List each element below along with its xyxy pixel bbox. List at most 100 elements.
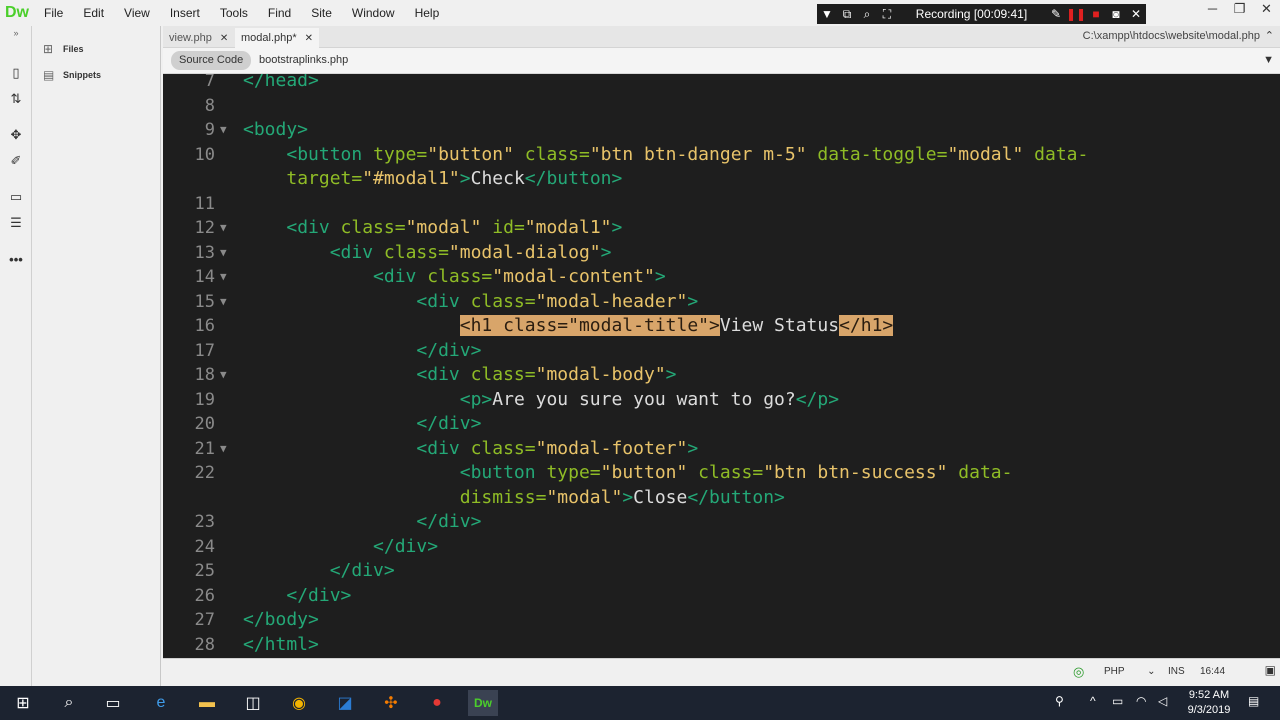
minimize-icon[interactable]: ─	[1199, 0, 1226, 22]
tab-view-php[interactable]: view.php ✕	[163, 28, 234, 48]
menu-edit[interactable]: Edit	[73, 0, 114, 26]
code-line[interactable]: target="#modal1">Check</button>	[163, 167, 1280, 192]
code-token: <div	[286, 217, 341, 238]
screen-recorder-icon[interactable]: ●	[422, 690, 452, 716]
no-errors-icon[interactable]: ◎	[1073, 664, 1084, 680]
outlook-icon[interactable]: ◪	[330, 690, 360, 716]
pause-icon[interactable]: ❚❚	[1066, 7, 1086, 21]
editor-scrollbar[interactable]	[1272, 74, 1280, 658]
list-settings-icon[interactable]: ☰	[0, 210, 32, 236]
fullscreen-icon[interactable]: ⛶	[877, 7, 897, 22]
code-text: </body>	[243, 608, 319, 633]
code-line[interactable]: 23 </div>	[163, 510, 1280, 535]
panel-item-snippets[interactable]: ▤ Snippets	[33, 62, 160, 88]
search-icon[interactable]: ⌕	[54, 690, 84, 716]
menu-site[interactable]: Site	[301, 0, 342, 26]
fold-toggle-icon[interactable]: ▼	[220, 290, 227, 315]
chrome-icon[interactable]: ◉	[284, 690, 314, 716]
xampp-icon[interactable]: ✣	[376, 690, 406, 716]
code-line[interactable]: 27 </body>	[163, 608, 1280, 633]
code-line[interactable]: 15 ▼ <div class="modal-header">	[163, 290, 1280, 315]
people-icon[interactable]: ⚲	[1055, 694, 1064, 708]
code-line[interactable]: 11	[163, 192, 1280, 217]
menu-help[interactable]: Help	[405, 0, 450, 26]
menu-insert[interactable]: Insert	[160, 0, 210, 26]
dropdown-icon[interactable]: ▼	[817, 7, 837, 21]
new-document-icon[interactable]: ▯	[0, 60, 32, 86]
code-line[interactable]: 14 ▼ <div class="modal-content">	[163, 265, 1280, 290]
fold-toggle-icon[interactable]: ▼	[220, 118, 227, 143]
stop-icon[interactable]: ■	[1086, 7, 1106, 21]
menu-tools[interactable]: Tools	[210, 0, 258, 26]
file-transfer-icon[interactable]: ⇅	[0, 86, 32, 112]
taskbar-clock[interactable]: 9:52 AM 9/3/2019	[1184, 688, 1234, 718]
fold-toggle-icon[interactable]: ▼	[220, 363, 227, 388]
menu-view[interactable]: View	[114, 0, 160, 26]
fold-toggle-icon[interactable]: ▼	[220, 216, 227, 241]
tab-modal-php[interactable]: modal.php* ✕	[235, 28, 320, 48]
menu-window[interactable]: Window	[342, 0, 405, 26]
code-token: "modal-footer"	[535, 437, 688, 459]
code-line[interactable]: 24 </div>	[163, 535, 1280, 560]
element-tool-icon[interactable]: ✥	[0, 122, 32, 148]
code-text: </head>	[243, 74, 319, 94]
code-line[interactable]: 21 ▼ <div class="modal-footer">	[163, 437, 1280, 462]
fold-toggle-icon[interactable]: ▼	[220, 241, 227, 266]
filter-icon[interactable]: ▼	[1263, 54, 1274, 66]
dreamweaver-task-icon[interactable]: Dw	[468, 690, 498, 716]
code-line[interactable]: 16 <h1 class="modal-title">View Status</…	[163, 314, 1280, 339]
fold-toggle-icon[interactable]: ▼	[220, 437, 227, 462]
code-line[interactable]: 12 ▼ <div class="modal" id="modal1">	[163, 216, 1280, 241]
close-window-icon[interactable]: ✕	[1253, 0, 1280, 22]
edge-icon[interactable]: e	[146, 690, 176, 716]
collapse-panel-icon[interactable]: »	[0, 26, 32, 40]
code-editor[interactable]: 7 </head> 8 9 ▼ <body> 10 <button type="button…	[163, 74, 1280, 658]
eyedropper-icon[interactable]: ✐	[0, 148, 32, 174]
close-tab-icon[interactable]: ✕	[305, 33, 313, 44]
collapse-arrow-icon[interactable]: ⌃	[1265, 29, 1274, 42]
close-recorder-icon[interactable]: ✕	[1126, 7, 1146, 21]
code-line[interactable]: 18 ▼ <div class="modal-body">	[163, 363, 1280, 388]
action-center-icon[interactable]: ▤	[1248, 694, 1259, 708]
menu-find[interactable]: Find	[258, 0, 301, 26]
line-number: 18	[194, 365, 215, 385]
code-line[interactable]: 13 ▼ <div class="modal-dialog">	[163, 241, 1280, 266]
more-tools-icon[interactable]: •••	[0, 246, 32, 272]
insert-mode[interactable]: INS	[1168, 663, 1185, 681]
menu-file[interactable]: File	[34, 0, 73, 26]
code-line[interactable]: 9 ▼ <body>	[163, 118, 1280, 143]
task-view-icon[interactable]: ▭	[98, 690, 128, 716]
pen-icon[interactable]: ✎	[1046, 7, 1066, 21]
store-icon[interactable]: ◫	[238, 690, 268, 716]
code-line[interactable]: 19 <p>Are you sure you want to go?</p>	[163, 388, 1280, 413]
close-tab-icon[interactable]: ✕	[220, 33, 228, 44]
code-line[interactable]: 8	[163, 94, 1280, 119]
maximize-icon[interactable]: ❐	[1226, 0, 1253, 22]
panel-item-files[interactable]: ⊞ Files	[33, 36, 160, 62]
code-line[interactable]: 26 </div>	[163, 584, 1280, 609]
volume-icon[interactable]: ◁	[1158, 694, 1167, 708]
code-line[interactable]: 22 <button type="button" class="btn btn-…	[163, 461, 1280, 486]
restore-icon[interactable]: ⧉	[837, 7, 857, 22]
wifi-icon[interactable]: ◠	[1136, 694, 1146, 708]
file-explorer-icon[interactable]: ▬	[192, 690, 222, 716]
related-bootstraplinks[interactable]: bootstraplinks.php	[251, 51, 356, 70]
fold-toggle-icon[interactable]: ▼	[220, 265, 227, 290]
camera-icon[interactable]: ◙	[1106, 7, 1126, 21]
code-line[interactable]: dismiss="modal">Close</button>	[163, 486, 1280, 511]
code-line[interactable]: 25 </div>	[163, 559, 1280, 584]
related-source-code[interactable]: Source Code	[171, 51, 252, 70]
windows-start-icon[interactable]: ⊞	[8, 690, 38, 716]
live-view-icon[interactable]: ▣	[1265, 663, 1276, 677]
code-line[interactable]: 28 </html>	[163, 633, 1280, 658]
code-line[interactable]: 7 </head>	[163, 74, 1280, 94]
code-line[interactable]: 20 </div>	[163, 412, 1280, 437]
code-token: "modal-body"	[535, 364, 666, 385]
code-token: class=	[470, 290, 536, 312]
comment-icon[interactable]: ▭	[0, 184, 32, 210]
zoom-icon[interactable]: ⌕	[857, 7, 877, 22]
code-line[interactable]: 17 </div>	[163, 339, 1280, 364]
code-line[interactable]: 10 <button type="button" class="btn btn-…	[163, 143, 1280, 168]
tray-chevron-icon[interactable]: ^	[1090, 694, 1096, 708]
language-select[interactable]: PHP ⌄	[1098, 663, 1160, 681]
